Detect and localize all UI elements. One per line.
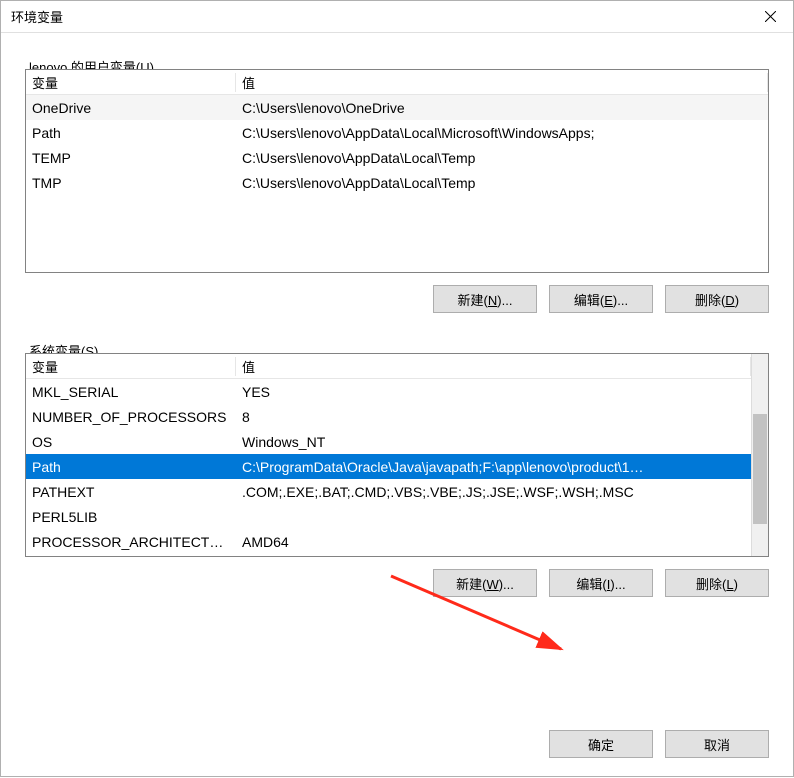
var-name: NUMBER_OF_PROCESSORS [26,409,236,425]
var-name: TEMP [26,150,236,166]
var-value: AMD64 [236,534,751,550]
ok-button[interactable]: 确定 [549,730,653,758]
env-vars-dialog: 环境变量 lenovo 的用户变量(U) 变量 值 OneDrive C:\Us… [0,0,794,777]
user-vars-group: lenovo 的用户变量(U) 变量 值 OneDrive C:\Users\l… [25,51,769,317]
var-value: C:\Users\lenovo\AppData\Local\Temp [236,175,768,191]
dialog-content: lenovo 的用户变量(U) 变量 值 OneDrive C:\Users\l… [1,33,793,776]
system-vars-list[interactable]: 变量 值 MKL_SERIAL YES NUMBER_OF_PROCESSORS… [25,353,769,557]
window-title: 环境变量 [11,7,63,26]
var-name: Path [26,459,236,475]
var-name: TMP [26,175,236,191]
var-name: MKL_SERIAL [26,384,236,400]
user-new-button[interactable]: 新建(N)... [433,285,537,313]
table-row[interactable]: NUMBER_OF_PROCESSORS 8 [26,404,751,429]
scrollbar[interactable] [751,354,768,556]
dialog-footer: 确定 取消 [549,730,769,758]
var-value: .COM;.EXE;.BAT;.CMD;.VBS;.VBE;.JS;.JSE;.… [236,484,751,500]
user-edit-button[interactable]: 编辑(E)... [549,285,653,313]
table-row[interactable]: OneDrive C:\Users\lenovo\OneDrive [26,95,768,120]
system-vars-group: 系统变量(S) 变量 值 MKL_SERIAL YES NUMBER_OF_PR… [25,335,769,601]
table-row[interactable]: Path C:\Users\lenovo\AppData\Local\Micro… [26,120,768,145]
close-icon [765,11,776,22]
col-header-value[interactable]: 值 [236,357,751,376]
cancel-button[interactable]: 取消 [665,730,769,758]
col-header-value[interactable]: 值 [236,73,768,92]
var-name: PERL5LIB [26,509,236,525]
table-row[interactable]: TMP C:\Users\lenovo\AppData\Local\Temp [26,170,768,195]
var-value: C:\Users\lenovo\AppData\Local\Microsoft\… [236,125,768,141]
var-value: C:\Users\lenovo\OneDrive [236,100,768,116]
col-header-name[interactable]: 变量 [26,357,236,376]
col-header-name[interactable]: 变量 [26,73,236,92]
scrollbar-thumb[interactable] [753,414,767,524]
var-name: OS [26,434,236,450]
var-value: 8 [236,409,751,425]
table-row[interactable]: TEMP C:\Users\lenovo\AppData\Local\Temp [26,145,768,170]
var-value: C:\ProgramData\Oracle\Java\javapath;F:\a… [236,459,751,475]
titlebar: 环境变量 [1,1,793,33]
user-vars-header: 变量 值 [26,70,768,95]
var-value: C:\Users\lenovo\AppData\Local\Temp [236,150,768,166]
table-row[interactable]: PATHEXT .COM;.EXE;.BAT;.CMD;.VBS;.VBE;.J… [26,479,751,504]
var-name: OneDrive [26,100,236,116]
var-value: Windows_NT [236,434,751,450]
system-delete-button[interactable]: 删除(L) [665,569,769,597]
table-row[interactable]: MKL_SERIAL YES [26,379,751,404]
table-row[interactable]: PERL5LIB [26,504,751,529]
system-vars-header: 变量 值 [26,354,751,379]
table-row[interactable]: OS Windows_NT [26,429,751,454]
table-row[interactable]: PROCESSOR_ARCHITECTURE AMD64 [26,529,751,554]
var-name: PROCESSOR_ARCHITECTURE [26,534,236,550]
var-name: PATHEXT [26,484,236,500]
user-delete-button[interactable]: 删除(D) [665,285,769,313]
user-vars-list[interactable]: 变量 值 OneDrive C:\Users\lenovo\OneDrive P… [25,69,769,273]
close-button[interactable] [747,1,793,32]
system-vars-buttons: 新建(W)... 编辑(I)... 删除(L) [25,557,769,601]
system-edit-button[interactable]: 编辑(I)... [549,569,653,597]
var-name: Path [26,125,236,141]
user-vars-buttons: 新建(N)... 编辑(E)... 删除(D) [25,273,769,317]
var-value: YES [236,384,751,400]
system-new-button[interactable]: 新建(W)... [433,569,537,597]
table-row-selected[interactable]: Path C:\ProgramData\Oracle\Java\javapath… [26,454,751,479]
